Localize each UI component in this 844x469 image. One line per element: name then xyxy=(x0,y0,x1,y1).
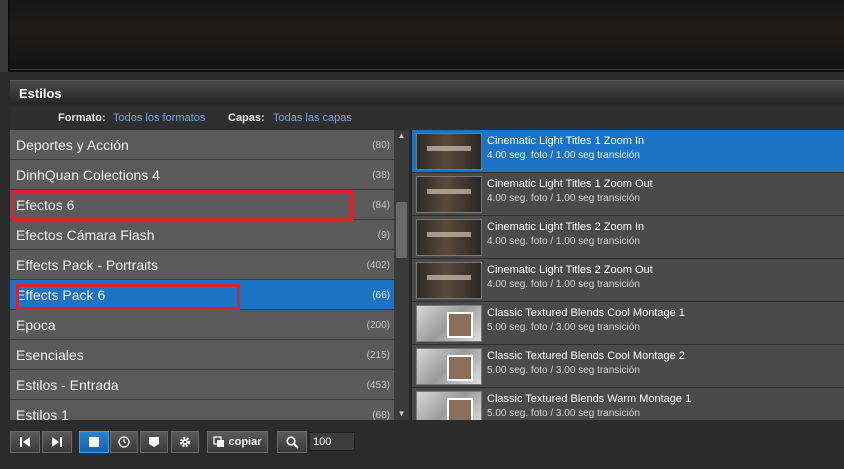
style-title: Cinematic Light Titles 1 Zoom Out xyxy=(487,178,653,190)
styles-panel: Estilos Formato: Todos los formatos Capa… xyxy=(10,80,844,469)
layers-label: Capas: xyxy=(228,112,265,124)
style-thumbnail xyxy=(416,176,482,213)
style-thumbnail xyxy=(416,391,482,420)
category-item[interactable]: Esenciales (215) xyxy=(10,340,394,370)
clock-icon xyxy=(118,436,130,448)
scrollbar-thumb[interactable] xyxy=(396,202,407,258)
category-item[interactable]: DinhQuan Colections 4 (38) xyxy=(10,160,394,190)
gear-icon xyxy=(179,436,191,448)
zoom-button[interactable] xyxy=(277,431,307,453)
category-item[interactable]: Estilos - Entrada (453) xyxy=(10,370,394,400)
style-detail: 4.00 seg. foto / 1.00 seg transición xyxy=(487,150,640,161)
category-count: (402) xyxy=(366,260,390,271)
category-count: (215) xyxy=(366,350,390,361)
copy-icon xyxy=(213,436,225,447)
stop-button[interactable] xyxy=(79,431,109,453)
marker-icon xyxy=(149,437,159,447)
style-list[interactable]: Cinematic Light Titles 1 Zoom In 4.00 seg… xyxy=(411,130,844,420)
category-list[interactable]: Deportes y Acción (80) DinhQuan Colections… xyxy=(10,130,394,420)
style-thumbnail xyxy=(416,133,482,170)
timer-button[interactable] xyxy=(110,431,138,453)
style-title: Cinematic Light Titles 1 Zoom In xyxy=(487,135,645,147)
filter-bar: Formato: Todos los formatos Capas: Todas… xyxy=(10,106,844,130)
category-count: (80) xyxy=(372,140,390,151)
category-name: Deportes y Acción xyxy=(16,137,129,153)
category-name: Esenciales xyxy=(16,347,84,363)
preview-canvas[interactable] xyxy=(10,0,844,70)
style-title: Cinematic Light Titles 2 Zoom In xyxy=(487,221,645,233)
style-detail: 4.00 seg. foto / 1.00 seg transición xyxy=(487,236,640,247)
search-icon xyxy=(285,435,299,449)
style-item[interactable]: Cinematic Light Titles 2 Zoom Out 4.00 se… xyxy=(412,259,844,302)
zoom-input[interactable] xyxy=(309,432,355,451)
style-detail: 5.00 seg. foto / 3.00 seg transición xyxy=(487,365,640,376)
style-detail: 4.00 seg. foto / 1.00 seg transición xyxy=(487,193,640,204)
category-count: (84) xyxy=(372,200,390,211)
style-title: Classic Textured Blends Cool Montage 2 xyxy=(487,350,685,362)
category-name: Efectos Cámara Flash xyxy=(16,227,155,243)
category-item[interactable]: Estilos 1 (68) xyxy=(10,400,394,420)
highlight-box-efectos-6 xyxy=(11,190,353,221)
style-item[interactable]: Classic Textured Blends Cool Montage 2 5.… xyxy=(412,345,844,388)
style-thumbnail xyxy=(416,305,482,342)
category-item[interactable]: Effects Pack - Portraits (402) xyxy=(10,250,394,280)
category-count: (9) xyxy=(377,230,390,241)
category-name: Epoca xyxy=(16,317,56,333)
category-count: (200) xyxy=(366,320,390,331)
settings-button[interactable] xyxy=(171,431,199,453)
panel-title: Estilos xyxy=(19,86,62,101)
category-item[interactable]: Epoca (200) xyxy=(10,310,394,340)
category-count: (68) xyxy=(372,410,390,420)
preview-left-border xyxy=(0,0,8,72)
style-title: Classic Textured Blends Cool Montage 1 xyxy=(487,307,685,319)
marker-button[interactable] xyxy=(140,431,168,453)
category-name: Estilos 1 xyxy=(16,407,69,420)
style-item[interactable]: Cinematic Light Titles 1 Zoom In 4.00 seg… xyxy=(412,130,844,173)
style-detail: 5.00 seg. foto / 3.00 seg transición xyxy=(487,408,640,419)
style-item[interactable]: Cinematic Light Titles 2 Zoom In 4.00 seg… xyxy=(412,216,844,259)
style-title: Cinematic Light Titles 2 Zoom Out xyxy=(487,264,653,276)
category-scrollbar[interactable]: ▲ ▼ xyxy=(394,130,409,420)
panel-header: Estilos xyxy=(10,80,844,104)
category-count: (453) xyxy=(366,380,390,391)
style-detail: 4.00 seg. foto / 1.00 seg transición xyxy=(487,279,640,290)
skip-end-button[interactable] xyxy=(42,431,72,453)
copy-button[interactable]: copiar xyxy=(207,431,268,453)
style-thumbnail xyxy=(416,348,482,385)
scroll-down-icon[interactable]: ▼ xyxy=(394,408,409,420)
preview-area xyxy=(0,0,844,72)
app-window: Estilos Formato: Todos los formatos Capa… xyxy=(0,0,844,469)
style-thumbnail xyxy=(416,262,482,299)
style-thumbnail xyxy=(416,219,482,256)
layers-dropdown[interactable]: Todas las capas xyxy=(273,112,352,124)
category-count: (66) xyxy=(372,290,390,301)
bottom-toolbar: copiar xyxy=(10,422,844,469)
format-dropdown[interactable]: Todos los formatos xyxy=(113,112,205,124)
highlight-box-effects-pack-6 xyxy=(16,284,240,310)
skip-end-icon xyxy=(52,437,62,447)
category-name: DinhQuan Colections 4 xyxy=(16,167,160,183)
skip-start-icon xyxy=(20,437,30,447)
style-item[interactable]: Classic Textured Blends Cool Montage 1 5.… xyxy=(412,302,844,345)
format-label: Formato: xyxy=(58,112,106,124)
category-name: Estilos - Entrada xyxy=(16,377,119,393)
skip-start-button[interactable] xyxy=(10,431,40,453)
category-item[interactable]: Deportes y Acción (80) xyxy=(10,130,394,160)
style-title: Classic Textured Blends Warm Montage 1 xyxy=(487,393,692,405)
style-detail: 5.00 seg. foto / 3.00 seg transición xyxy=(487,322,640,333)
stop-icon xyxy=(89,437,99,447)
style-item[interactable]: Classic Textured Blends Warm Montage 1 5.… xyxy=(412,388,844,420)
style-item[interactable]: Cinematic Light Titles 1 Zoom Out 4.00 se… xyxy=(412,173,844,216)
category-name: Effects Pack - Portraits xyxy=(16,257,159,273)
category-item[interactable]: Efectos Cámara Flash (9) xyxy=(10,220,394,250)
copy-label: copiar xyxy=(228,436,262,448)
category-count: (38) xyxy=(372,170,390,181)
scroll-up-icon[interactable]: ▲ xyxy=(394,130,409,142)
